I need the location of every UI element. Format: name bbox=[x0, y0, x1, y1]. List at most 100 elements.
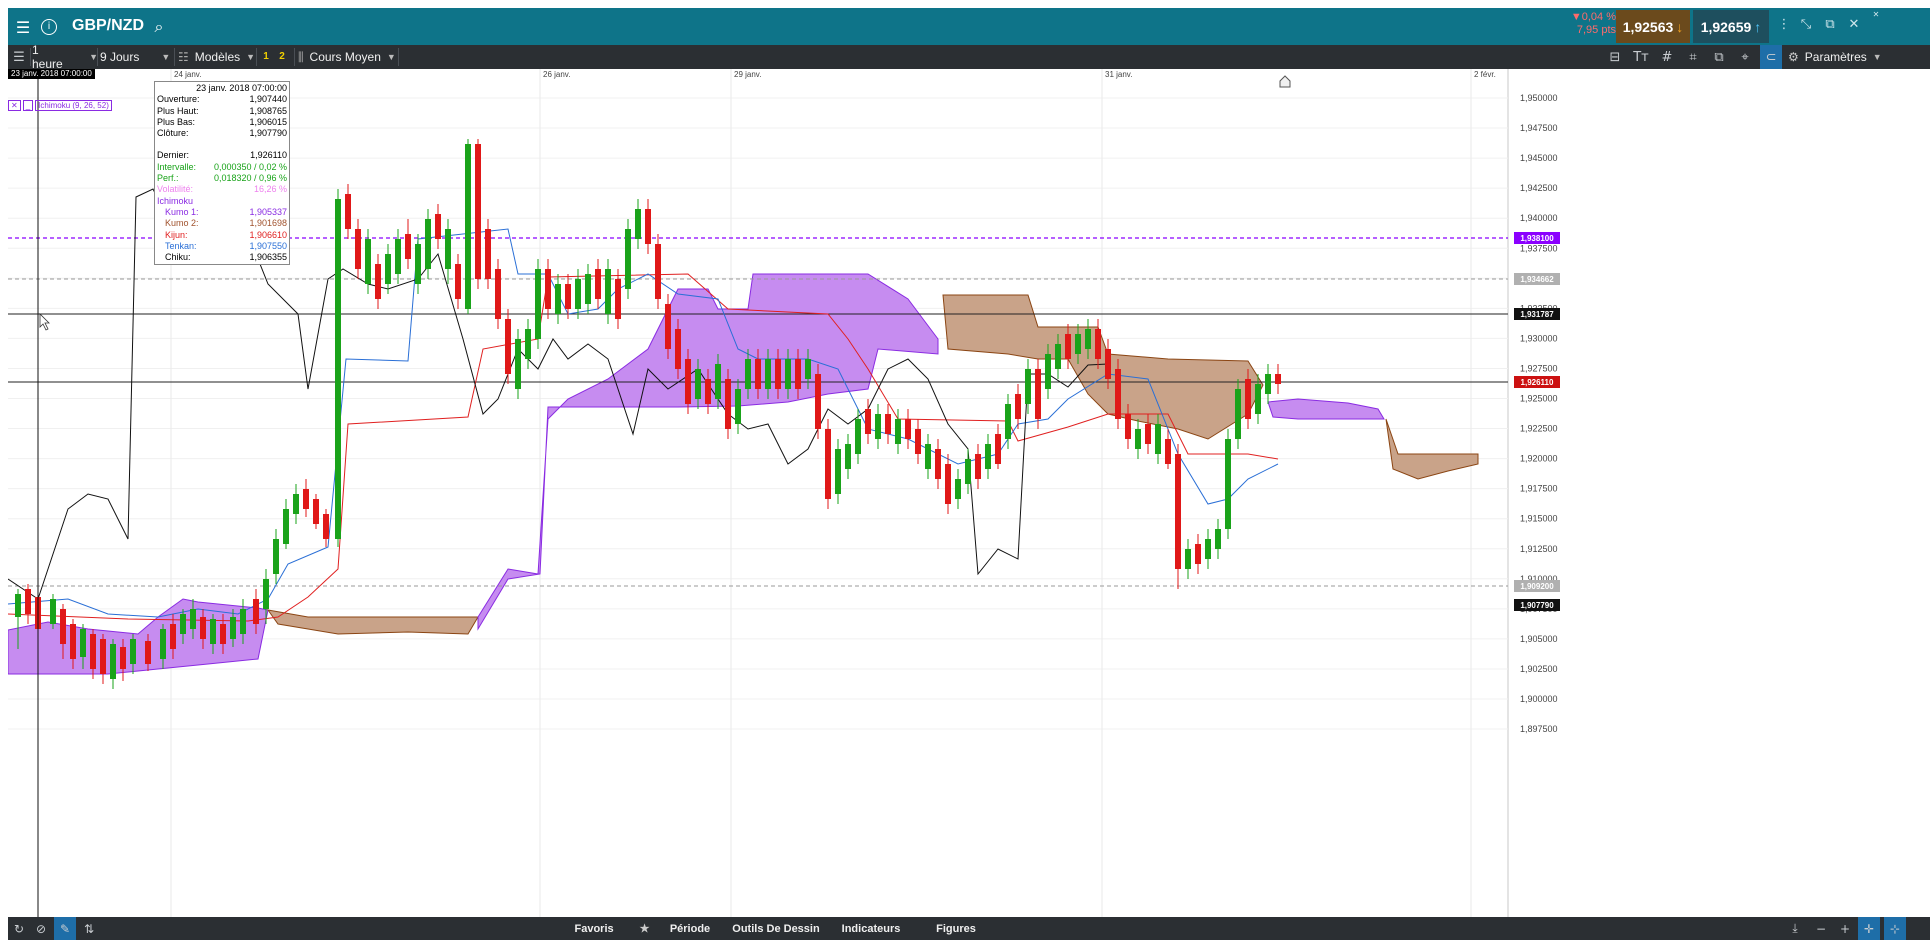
pencil-icon[interactable]: ✎ bbox=[54, 917, 76, 940]
candle-body bbox=[545, 269, 551, 309]
ruler-icon[interactable]: ⊟ bbox=[1604, 45, 1626, 69]
zoom-out-icon[interactable]: − bbox=[1810, 917, 1832, 940]
candle-body bbox=[715, 364, 721, 399]
bid-arrow-icon: ↓ bbox=[1676, 18, 1684, 35]
candle-body bbox=[875, 414, 881, 439]
candle-body bbox=[1185, 549, 1191, 569]
candle-body bbox=[585, 274, 591, 304]
text-size-icon[interactable]: Tт bbox=[1630, 45, 1652, 69]
tt-chiku-value: 1,906355 bbox=[249, 252, 287, 263]
zoom-in-icon[interactable]: + bbox=[1834, 917, 1856, 940]
remove-indicator-icon[interactable]: ✕ bbox=[8, 100, 21, 111]
range-select[interactable]: 9 Jours ▼ bbox=[100, 45, 174, 69]
y-tick-label: 1,915000 bbox=[1520, 514, 1558, 524]
candle-body bbox=[425, 219, 431, 269]
candle-body bbox=[240, 609, 246, 634]
y-tick-label: 1,900000 bbox=[1520, 694, 1558, 704]
favoris-tab[interactable]: Favoris ★ bbox=[570, 917, 654, 940]
star-icon: ★ bbox=[639, 923, 650, 935]
x-tick-label: 29 janv. bbox=[734, 70, 761, 79]
candle-body bbox=[975, 454, 981, 479]
settings-button[interactable]: ⚙ Paramètres ▼ bbox=[1788, 45, 1888, 69]
tt-high-label: Plus Haut: bbox=[157, 105, 199, 116]
candle-body bbox=[415, 244, 421, 284]
indicator-legend[interactable]: ✕ _ Ichimoku (9, 26, 52) bbox=[8, 100, 114, 111]
candle-body bbox=[263, 579, 269, 609]
cursor-icon[interactable]: ⌖ bbox=[1734, 45, 1756, 69]
grid-icon[interactable]: # bbox=[1656, 45, 1678, 69]
symbol-title: GBP/NZD bbox=[72, 17, 144, 34]
block-icon[interactable]: ⊘ bbox=[30, 917, 52, 940]
link-icon[interactable]: ⋮ bbox=[1774, 17, 1794, 37]
search-icon[interactable]: ⌕ bbox=[146, 14, 172, 40]
info-icon[interactable]: i bbox=[36, 14, 62, 40]
candle-body bbox=[130, 639, 136, 664]
popout-icon[interactable]: ⧉ bbox=[1820, 17, 1840, 37]
y-tick-label: 1,925000 bbox=[1520, 394, 1558, 404]
tt-last-label: Dernier: bbox=[157, 150, 190, 161]
bid-price-button[interactable]: 1,92563 ↓ bbox=[1616, 10, 1690, 43]
tt-low-value: 1,906015 bbox=[249, 116, 287, 127]
price-type-select[interactable]: ⫼ Cours Moyen ▼ bbox=[298, 45, 398, 69]
fit-icon[interactable]: ⤓ bbox=[1784, 917, 1806, 940]
y-tick-label: 1,945000 bbox=[1520, 153, 1558, 163]
candle-body bbox=[1165, 439, 1171, 464]
indicateurs-tab[interactable]: Indicateurs bbox=[828, 917, 914, 940]
candle-body bbox=[283, 509, 289, 544]
candle-body bbox=[765, 359, 771, 389]
trading-app: ☰ i GBP/NZD ⌕ ▼0,04 % 7,95 pts 1,92563 ↓ … bbox=[8, 8, 1930, 940]
tt-last-value: 1,926110 bbox=[250, 150, 287, 161]
candle-body bbox=[1025, 369, 1031, 404]
tt-interval-label: Intervalle: bbox=[157, 161, 197, 172]
timeframe-select[interactable]: 1 heure ▼ bbox=[32, 43, 98, 71]
separator bbox=[398, 48, 399, 66]
price-chart[interactable]: 1,950000 1,947500 1,945000 1,942500 1,940000… bbox=[8, 69, 1930, 917]
tt-tenkan-value: 1,907550 bbox=[249, 240, 287, 251]
candle-body bbox=[273, 539, 279, 574]
preset-1-button[interactable]: 1 bbox=[260, 50, 272, 64]
chevron-down-icon: ▼ bbox=[161, 52, 171, 62]
tooltip-date: 23 janv. 2018 07:00:00 bbox=[196, 83, 287, 93]
chart-canvas[interactable]: 1,950000 1,947500 1,945000 1,942500 1,940000… bbox=[8, 69, 1930, 917]
crosshair-icon[interactable]: ✛ bbox=[1858, 917, 1880, 940]
price-tag-value: 1,926110 bbox=[1521, 378, 1554, 387]
tag-icon[interactable]: ⊂ bbox=[1760, 45, 1782, 69]
price-tag-value: 1,931787 bbox=[1520, 310, 1554, 319]
candle-body bbox=[365, 239, 371, 284]
minimize-icon[interactable]: ⤡ bbox=[1796, 17, 1816, 37]
tt-tenkan-label: Tenkan: bbox=[165, 240, 197, 251]
models-label: Modèles bbox=[194, 50, 241, 64]
y-tick-label: 1,947500 bbox=[1520, 123, 1558, 133]
models-select[interactable]: ☷ Modèles ▼ bbox=[178, 45, 256, 69]
preset-2-button[interactable]: 2 bbox=[276, 50, 288, 64]
ask-price-button[interactable]: 1,92659 ↑ bbox=[1693, 10, 1769, 43]
candle-body bbox=[1155, 424, 1161, 454]
candle-body bbox=[385, 254, 391, 284]
corner-close-icon[interactable]: ✕ bbox=[1866, 10, 1886, 30]
figures-tab[interactable]: Figures bbox=[916, 917, 996, 940]
outils-dessin-tab[interactable]: Outils De Dessin bbox=[726, 917, 826, 940]
candle-body bbox=[405, 234, 411, 259]
candle-body bbox=[50, 599, 56, 624]
candle-body bbox=[945, 464, 951, 504]
y-tick-label: 1,912500 bbox=[1520, 544, 1558, 554]
refresh-icon[interactable]: ↻ bbox=[8, 917, 30, 940]
swap-icon[interactable]: ⇅ bbox=[78, 917, 100, 940]
tt-kijun-label: Kijun: bbox=[165, 229, 188, 240]
hamburger-icon[interactable]: ☰ bbox=[10, 14, 36, 40]
crosshair-grid-icon[interactable]: ⌗ bbox=[1682, 45, 1704, 69]
candle-body bbox=[110, 644, 116, 679]
candle-body bbox=[855, 419, 861, 454]
price-tag-value: 1,907790 bbox=[1520, 601, 1554, 610]
list-icon[interactable]: ☰ bbox=[8, 45, 30, 69]
candle-body bbox=[345, 194, 351, 229]
chevron-down-icon: ▼ bbox=[246, 52, 256, 62]
layers-icon[interactable]: ⧉ bbox=[1708, 45, 1730, 69]
expand-icon[interactable]: ⊹ bbox=[1884, 917, 1906, 940]
candle-body bbox=[435, 214, 441, 239]
chart-toolbar: ☰ 1 heure ▼ 9 Jours ▼ ☷ Modèles ▼ 1 2 ⫼ Cours… bbox=[8, 43, 1930, 71]
periode-tab[interactable]: Période bbox=[656, 917, 724, 940]
close-icon[interactable]: ✕ bbox=[1844, 17, 1864, 37]
candle-body bbox=[775, 359, 781, 389]
collapse-indicator-icon[interactable]: _ bbox=[22, 100, 34, 111]
